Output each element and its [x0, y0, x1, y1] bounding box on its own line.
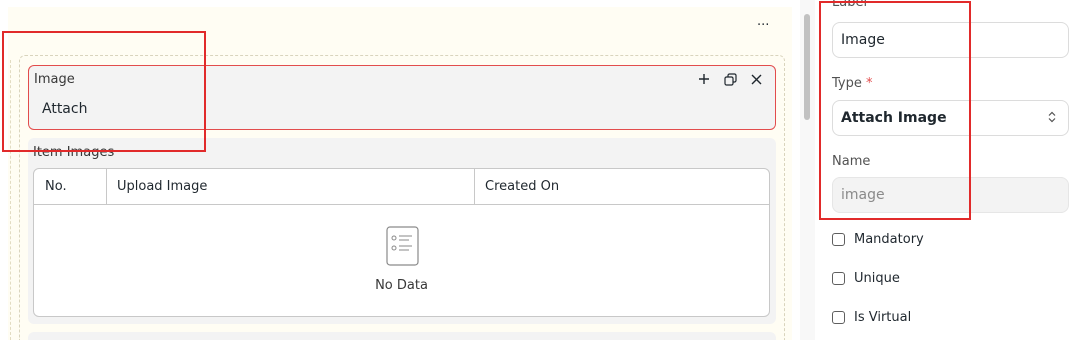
item-images-table-field[interactable]: Item Images No. Upload Image Created On … [28, 138, 776, 324]
scrollbar-thumb[interactable] [804, 14, 810, 120]
column-header-created-on: Created On [485, 179, 560, 194]
empty-list-icon [386, 226, 419, 266]
unique-checkbox[interactable] [832, 271, 845, 285]
child-table-grid: No. Upload Image Created On No Data [33, 168, 770, 317]
mandatory-label: Mandatory [854, 231, 924, 247]
is-virtual-checkbox[interactable] [832, 310, 845, 324]
next-field[interactable] [28, 332, 776, 340]
unique-checkbox-row[interactable]: Unique [832, 270, 900, 286]
column-header-no: No. [45, 179, 67, 194]
close-icon[interactable] [749, 72, 763, 86]
mandatory-checkbox-row[interactable]: Mandatory [832, 231, 924, 247]
select-chevron-icon [1048, 101, 1056, 135]
add-icon[interactable] [697, 72, 711, 86]
field-actions [697, 72, 763, 86]
mandatory-checkbox[interactable] [832, 232, 845, 246]
unique-label: Unique [854, 270, 900, 286]
is-virtual-label: Is Virtual [854, 309, 912, 325]
is-virtual-checkbox-row[interactable]: Is Virtual [832, 309, 911, 325]
duplicate-icon[interactable] [723, 72, 737, 86]
empty-state-text: No Data [375, 278, 428, 293]
section-more-button[interactable]: ··· [757, 18, 769, 34]
highlight-box-field [2, 31, 206, 152]
highlight-box-properties [819, 1, 971, 220]
column-header-upload-image: Upload Image [117, 179, 208, 194]
grid-header: No. Upload Image Created On [34, 169, 769, 205]
